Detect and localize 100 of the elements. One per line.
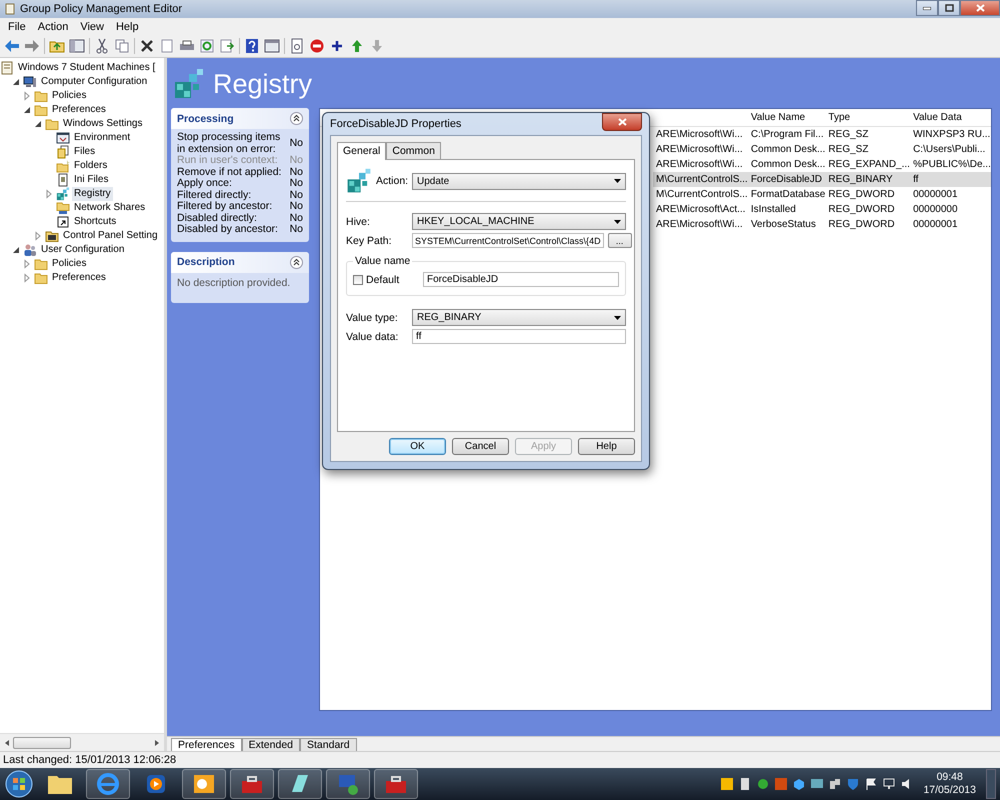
tab[interactable]: General	[337, 142, 386, 160]
dialog-button[interactable]: OK	[389, 438, 446, 455]
computer-icon[interactable]	[336, 772, 360, 796]
table-cell[interactable]: Common Desk...	[748, 142, 826, 157]
table-cell[interactable]: REG_DWORD	[825, 202, 910, 217]
back-arrow-icon[interactable]	[4, 38, 20, 54]
table-cell[interactable]: 00000000	[910, 202, 991, 217]
close-button[interactable]	[602, 113, 642, 131]
panel-icon[interactable]	[69, 38, 85, 54]
table-cell[interactable]: REG_SZ	[825, 127, 910, 142]
tree-item[interactable]: Preferences	[50, 271, 108, 285]
table-cell[interactable]: REG_SZ	[825, 142, 910, 157]
menu-item[interactable]: View	[74, 20, 110, 32]
expanded-triangle-icon[interactable]	[33, 119, 43, 129]
scroll-thumb[interactable]	[13, 736, 71, 748]
checkbox[interactable]	[353, 274, 363, 284]
view-tab[interactable]: Preferences	[171, 738, 242, 751]
table-cell[interactable]: IsInstalled	[748, 202, 826, 217]
table-cell[interactable]: ff	[910, 172, 991, 187]
start-orb-icon[interactable]	[4, 769, 34, 799]
key-path-field[interactable]: SYSTEM\CurrentControlSet\Control\Class\{4D	[412, 233, 604, 248]
tree-item[interactable]: Network Shares	[72, 201, 148, 215]
clock-time[interactable]: 09:48	[923, 771, 976, 784]
tree-item[interactable]: Computer Configuration	[39, 75, 150, 89]
table-cell[interactable]: ARE\Microsoft\Wi...	[653, 127, 748, 142]
table-cell[interactable]: %PUBLIC%\De...	[910, 157, 991, 172]
tree-item[interactable]: Folders	[72, 159, 110, 173]
collapsed-triangle-icon[interactable]	[44, 189, 54, 199]
dialog-button[interactable]: Cancel	[452, 438, 509, 455]
browse-button[interactable]: ...	[608, 233, 632, 248]
tree-item[interactable]: Environment	[72, 131, 132, 145]
tree-item[interactable]: Policies	[50, 89, 88, 103]
collapsed-triangle-icon[interactable]	[22, 259, 32, 269]
table-cell[interactable]: 00000001	[910, 187, 991, 202]
tree-item[interactable]: Registry	[72, 187, 113, 201]
table-cell[interactable]: 00000001	[910, 217, 991, 232]
browser-e-icon[interactable]	[96, 772, 120, 796]
collapse-icon[interactable]	[290, 112, 303, 125]
help-icon[interactable]	[244, 38, 260, 54]
table-cell[interactable]: REG_DWORD	[825, 217, 910, 232]
monitor-icon[interactable]	[811, 778, 824, 790]
forward-arrow-icon[interactable]	[24, 38, 40, 54]
view-tab[interactable]: Extended	[242, 738, 300, 751]
box-icon[interactable]	[793, 778, 806, 790]
table-cell[interactable]: C:\Program Fil...	[748, 127, 826, 142]
collapse-icon[interactable]	[290, 256, 303, 268]
horizontal-scrollbar[interactable]	[0, 733, 164, 751]
table-cell[interactable]: M\CurrentControlS...	[653, 172, 748, 187]
expanded-triangle-icon[interactable]	[11, 245, 21, 255]
table-cell[interactable]: FormatDatabase	[748, 187, 826, 202]
table-cell[interactable]: ForceDisableJD	[748, 172, 826, 187]
table-cell[interactable]: M\CurrentControlS...	[653, 187, 748, 202]
table-cell[interactable]: REG_EXPAND_...	[825, 157, 910, 172]
column-header[interactable]: Value Name	[748, 109, 826, 127]
tree-item[interactable]: Windows 7 Student Machines [	[16, 61, 158, 75]
column-header[interactable]: Value Data	[910, 109, 991, 127]
menu-item[interactable]: Action	[32, 20, 74, 32]
table-cell[interactable]: ARE\Microsoft\Wi...	[653, 157, 748, 172]
scissors-icon[interactable]	[94, 38, 110, 54]
copy-icon[interactable]	[114, 38, 130, 54]
tree-item[interactable]: User Configuration	[39, 243, 126, 257]
table-cell[interactable]: VerboseStatus	[748, 217, 826, 232]
play-icon[interactable]	[145, 773, 167, 795]
table-cell[interactable]: WINXPSP3 RU...	[910, 127, 991, 142]
table-cell[interactable]: ARE\Microsoft\Wi...	[653, 142, 748, 157]
plus-icon[interactable]	[329, 38, 345, 54]
table-cell[interactable]: REG_DWORD	[825, 187, 910, 202]
left-arrow-icon[interactable]	[3, 738, 11, 746]
window-icon[interactable]	[264, 38, 280, 54]
tree-item[interactable]: Ini Files	[72, 173, 110, 187]
tree-item[interactable]: Files	[72, 145, 98, 159]
hive-dropdown[interactable]: HKEY_LOCAL_MACHINE	[412, 213, 626, 230]
delete-icon[interactable]	[139, 38, 155, 54]
document-icon[interactable]	[739, 778, 752, 790]
view-tab[interactable]: Standard	[300, 738, 357, 751]
menu-item[interactable]: Help	[110, 20, 145, 32]
collapsed-triangle-icon[interactable]	[22, 273, 32, 283]
table-cell[interactable]: ARE\Microsoft\Act...	[653, 202, 748, 217]
value-type-dropdown[interactable]: REG_BINARY	[412, 309, 626, 326]
clock-date[interactable]: 17/05/2013	[923, 784, 976, 797]
collapsed-triangle-icon[interactable]	[33, 231, 43, 241]
table-cell[interactable]: Common Desk...	[748, 157, 826, 172]
flag-icon[interactable]	[865, 778, 878, 790]
export-icon[interactable]	[219, 38, 235, 54]
tab[interactable]: Common	[386, 142, 441, 159]
network-icon[interactable]	[883, 778, 896, 790]
value-data-field[interactable]: ff	[412, 329, 626, 344]
minimize-button[interactable]	[916, 0, 938, 16]
maximize-button[interactable]	[938, 0, 960, 16]
tree-item[interactable]: Control Panel Setting	[61, 229, 160, 243]
dialog-button[interactable]: Help	[578, 438, 635, 455]
document-icon[interactable]	[289, 38, 305, 54]
app-tray-icon[interactable]	[721, 778, 734, 790]
action-dropdown[interactable]: Update	[412, 172, 626, 190]
folder-icon[interactable]	[47, 773, 73, 795]
column-header[interactable]: Type	[825, 109, 910, 127]
refresh-icon[interactable]	[199, 38, 215, 54]
shield-icon[interactable]	[847, 778, 860, 790]
menu-item[interactable]: File	[2, 20, 32, 32]
right-arrow-icon[interactable]	[153, 738, 161, 746]
